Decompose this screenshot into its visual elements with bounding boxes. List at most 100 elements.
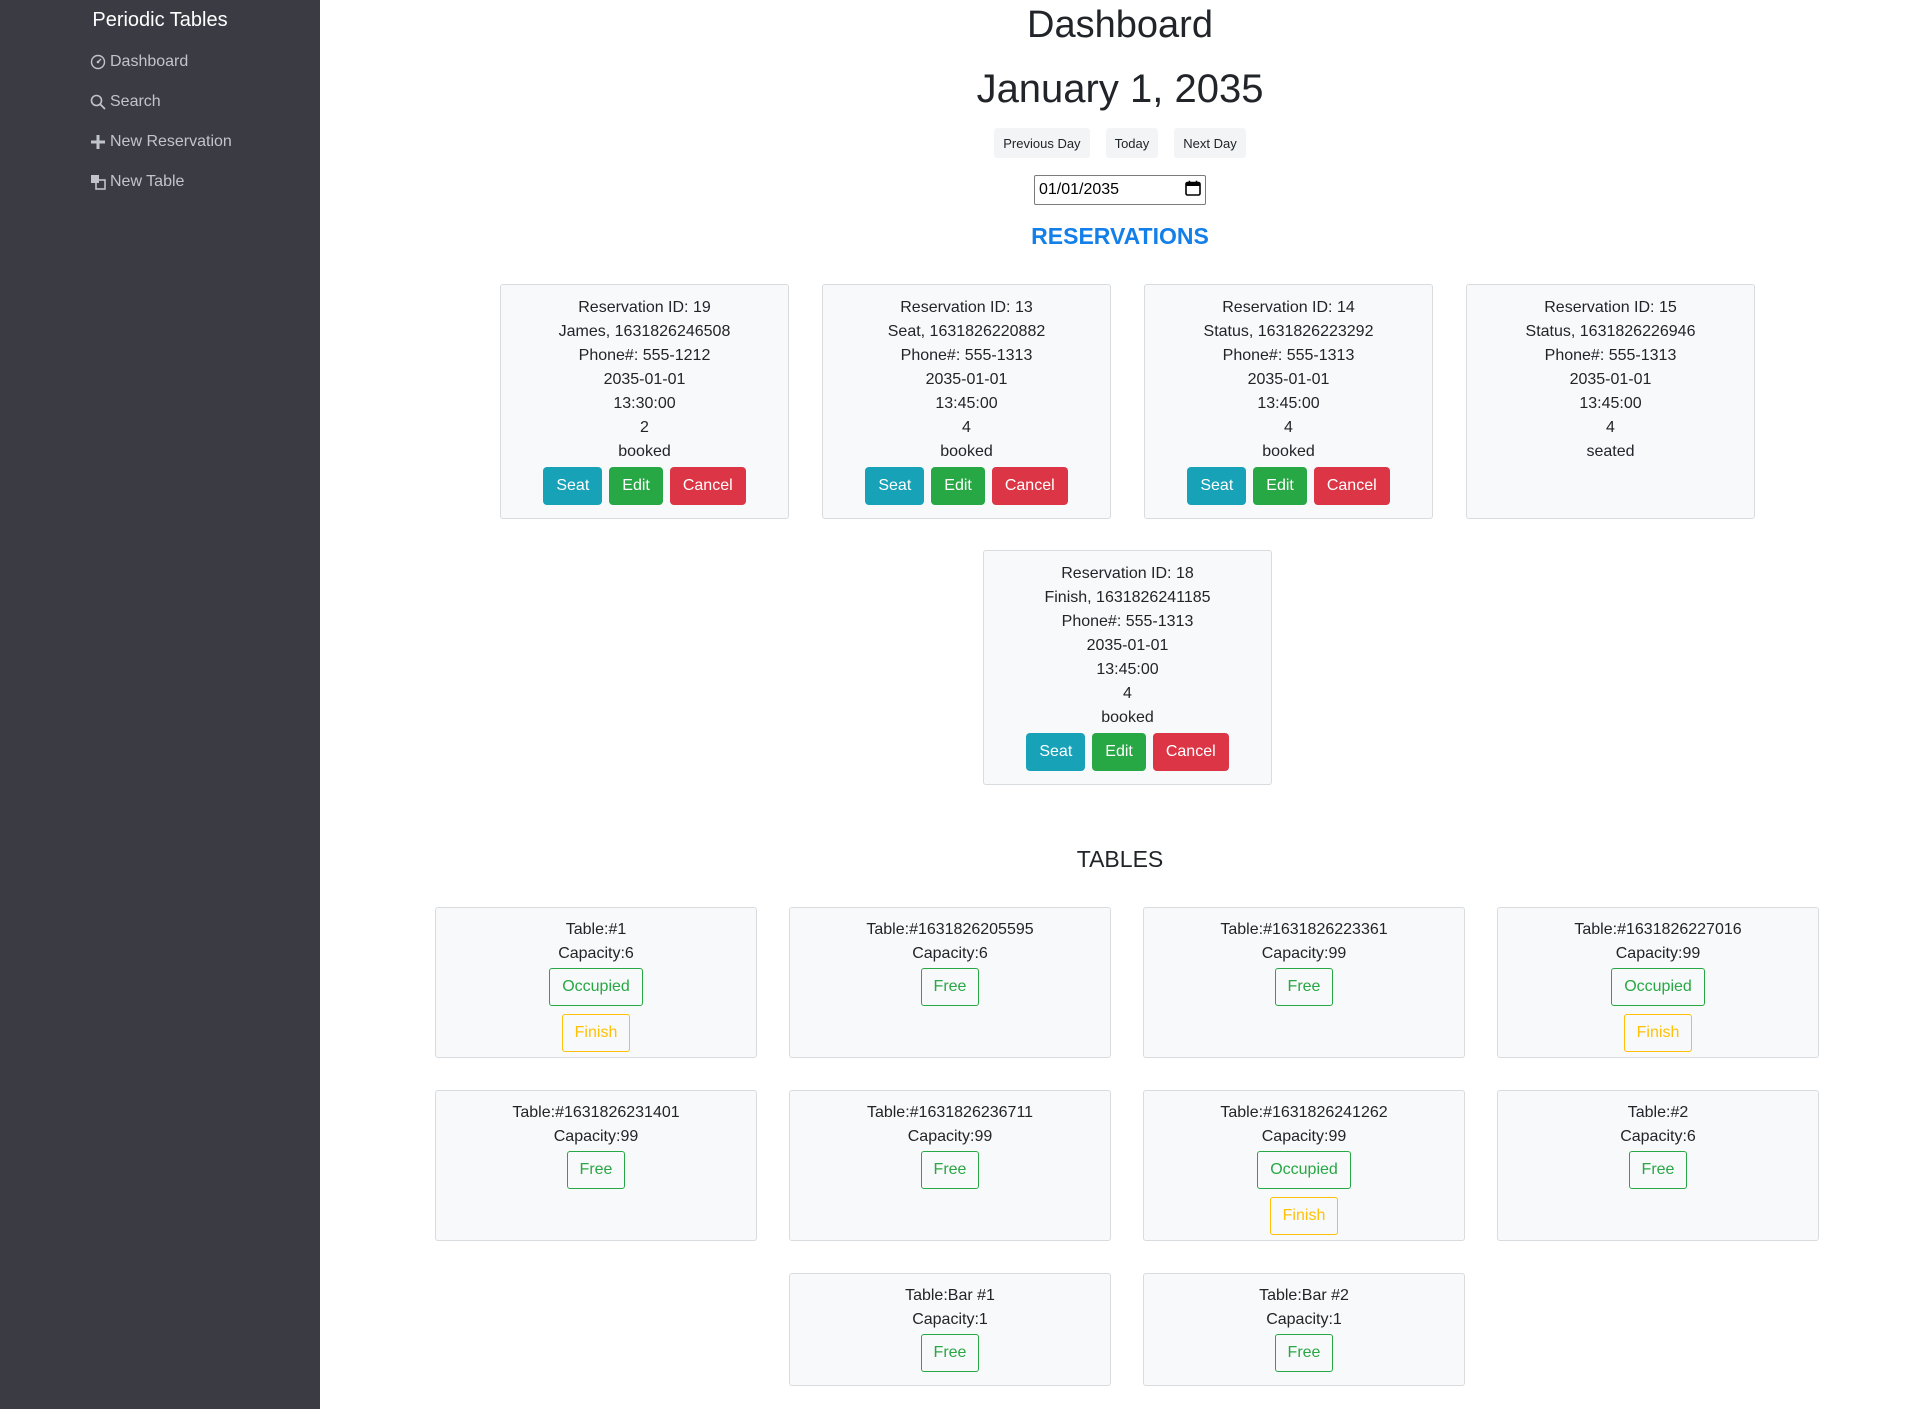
reservation-id: 15 bbox=[1658, 299, 1677, 316]
phone-label: Phone#: bbox=[578, 347, 643, 364]
reservation-card: Reservation ID: 19 James, 1631826246508 … bbox=[500, 284, 789, 519]
reservation-time: 13:30:00 bbox=[613, 395, 676, 412]
calendar-icon[interactable] bbox=[1185, 180, 1201, 201]
table-card: Table:#1631826236711 Capacity:99 Free bbox=[789, 1090, 1111, 1241]
table-status-badge: Free bbox=[1628, 1151, 1688, 1189]
table-card: Table:#1631826241262 Capacity:99 Occupie… bbox=[1143, 1090, 1465, 1241]
table-name: #1631826241262 bbox=[1263, 1104, 1388, 1121]
reservation-time: 13:45:00 bbox=[1257, 395, 1320, 412]
cancel-button[interactable]: Cancel bbox=[1152, 733, 1229, 771]
reservation-id: 13 bbox=[1014, 299, 1033, 316]
cancel-button[interactable]: Cancel bbox=[669, 467, 746, 505]
reservation-status: booked bbox=[940, 443, 993, 460]
reservation-id: 18 bbox=[1175, 565, 1194, 582]
table-status-badge: Occupied bbox=[1611, 968, 1705, 1006]
table-capacity: 6 bbox=[978, 945, 988, 962]
reservation-people: 2 bbox=[640, 419, 649, 436]
edit-button[interactable]: Edit bbox=[1253, 467, 1307, 505]
table-label: Table: bbox=[1627, 1104, 1671, 1121]
date-input[interactable]: 01/01/2035 bbox=[1034, 175, 1206, 205]
table-label: Table: bbox=[1574, 921, 1618, 938]
date-heading: January 1, 2035 bbox=[976, 67, 1264, 111]
reservation-phone: 555-1313 bbox=[1125, 613, 1194, 630]
plus-icon bbox=[88, 132, 108, 152]
reservation-phone: 555-1313 bbox=[964, 347, 1033, 364]
today-button[interactable]: Today bbox=[1105, 128, 1159, 158]
edit-button[interactable]: Edit bbox=[931, 467, 985, 505]
finish-button[interactable]: Finish bbox=[561, 1014, 631, 1052]
sidebar-item-new-reservation[interactable]: New Reservation bbox=[88, 130, 232, 154]
reservation-card: Reservation ID: 18 Finish, 1631826241185… bbox=[983, 550, 1272, 785]
previous-day-button[interactable]: Previous Day bbox=[994, 128, 1090, 158]
table-label: Table: bbox=[512, 1104, 556, 1121]
table-name: #1631826205595 bbox=[909, 921, 1034, 938]
seat-button[interactable]: Seat bbox=[1026, 733, 1086, 771]
search-icon bbox=[88, 92, 108, 112]
phone-label: Phone#: bbox=[1061, 613, 1126, 630]
reservation-name: Status, 1631826226946 bbox=[1525, 323, 1696, 340]
table-name: #1631826227016 bbox=[1617, 921, 1742, 938]
finish-button[interactable]: Finish bbox=[1269, 1197, 1339, 1235]
day-navigation: Previous Day Today Next Day bbox=[320, 128, 1920, 158]
capacity-label: Capacity: bbox=[1620, 1128, 1687, 1145]
capacity-label: Capacity: bbox=[1615, 945, 1683, 962]
sidebar: Periodic Tables Dashboard Search New Res… bbox=[0, 0, 320, 1409]
seat-button[interactable]: Seat bbox=[543, 467, 603, 505]
table-label: Table: bbox=[1220, 1104, 1264, 1121]
table-status-badge: Free bbox=[1274, 1334, 1334, 1372]
seat-button[interactable]: Seat bbox=[865, 467, 925, 505]
finish-button[interactable]: Finish bbox=[1623, 1014, 1693, 1052]
main-content: Dashboard January 1, 2035 Previous Day T… bbox=[320, 0, 1920, 1409]
reservation-date: 2035-01-01 bbox=[1569, 371, 1652, 388]
page-title: Dashboard bbox=[1027, 4, 1213, 46]
brand-title[interactable]: Periodic Tables bbox=[0, 8, 320, 32]
capacity-label: Capacity: bbox=[1266, 1311, 1333, 1328]
reservation-people: 4 bbox=[1284, 419, 1293, 436]
table-status-badge: Free bbox=[566, 1151, 626, 1189]
sidebar-item-label: Dashboard bbox=[110, 53, 189, 70]
reservation-people: 4 bbox=[1606, 419, 1615, 436]
sidebar-item-search[interactable]: Search bbox=[88, 90, 161, 114]
reservation-status: seated bbox=[1586, 443, 1635, 460]
reservation-phone: 555-1212 bbox=[642, 347, 711, 364]
table-status-badge: Occupied bbox=[549, 968, 643, 1006]
table-name: #1631826231401 bbox=[555, 1104, 680, 1121]
table-name: Bar #2 bbox=[1301, 1287, 1349, 1304]
table-name: #1631826223361 bbox=[1263, 921, 1388, 938]
sidebar-item-dashboard[interactable]: Dashboard bbox=[88, 50, 188, 74]
table-status-badge: Free bbox=[920, 1151, 980, 1189]
table-label: Table: bbox=[1220, 921, 1264, 938]
reservation-status: booked bbox=[1101, 709, 1154, 726]
table-capacity: 6 bbox=[624, 945, 634, 962]
table-card: Table:Bar #1 Capacity:1 Free bbox=[789, 1273, 1111, 1386]
reservation-id-label: Reservation ID: bbox=[1544, 299, 1659, 316]
table-capacity: 99 bbox=[1328, 945, 1347, 962]
table-capacity: 99 bbox=[974, 1128, 993, 1145]
table-label: Table: bbox=[1259, 1287, 1302, 1304]
reservation-name: Status, 1631826223292 bbox=[1203, 323, 1374, 340]
edit-button[interactable]: Edit bbox=[1092, 733, 1146, 771]
cancel-button[interactable]: Cancel bbox=[991, 467, 1068, 505]
phone-label: Phone#: bbox=[1222, 347, 1287, 364]
reservation-status: booked bbox=[618, 443, 671, 460]
table-icon bbox=[88, 172, 108, 192]
table-card: Table:#1631826205595 Capacity:6 Free bbox=[789, 907, 1111, 1058]
table-card: Table:#1 Capacity:6 Occupied Finish bbox=[435, 907, 757, 1058]
table-status-badge: Free bbox=[920, 1334, 980, 1372]
table-capacity: 99 bbox=[620, 1128, 639, 1145]
edit-button[interactable]: Edit bbox=[609, 467, 663, 505]
reservation-card: Reservation ID: 15 Status, 1631826226946… bbox=[1466, 284, 1755, 519]
capacity-label: Capacity: bbox=[912, 945, 979, 962]
reservation-id: 14 bbox=[1336, 299, 1355, 316]
seat-button[interactable]: Seat bbox=[1187, 467, 1247, 505]
cancel-button[interactable]: Cancel bbox=[1313, 467, 1390, 505]
reservation-name: Finish, 1631826241185 bbox=[1044, 589, 1211, 606]
table-label: Table: bbox=[565, 921, 609, 938]
next-day-button[interactable]: Next Day bbox=[1174, 128, 1246, 158]
capacity-label: Capacity: bbox=[907, 1128, 975, 1145]
date-input-value: 01/01/2035 bbox=[1039, 181, 1120, 198]
reservation-time: 13:45:00 bbox=[1096, 661, 1159, 678]
sidebar-item-new-table[interactable]: New Table bbox=[88, 170, 184, 194]
table-name: #1631826236711 bbox=[909, 1104, 1034, 1121]
reservation-id-label: Reservation ID: bbox=[578, 299, 693, 316]
